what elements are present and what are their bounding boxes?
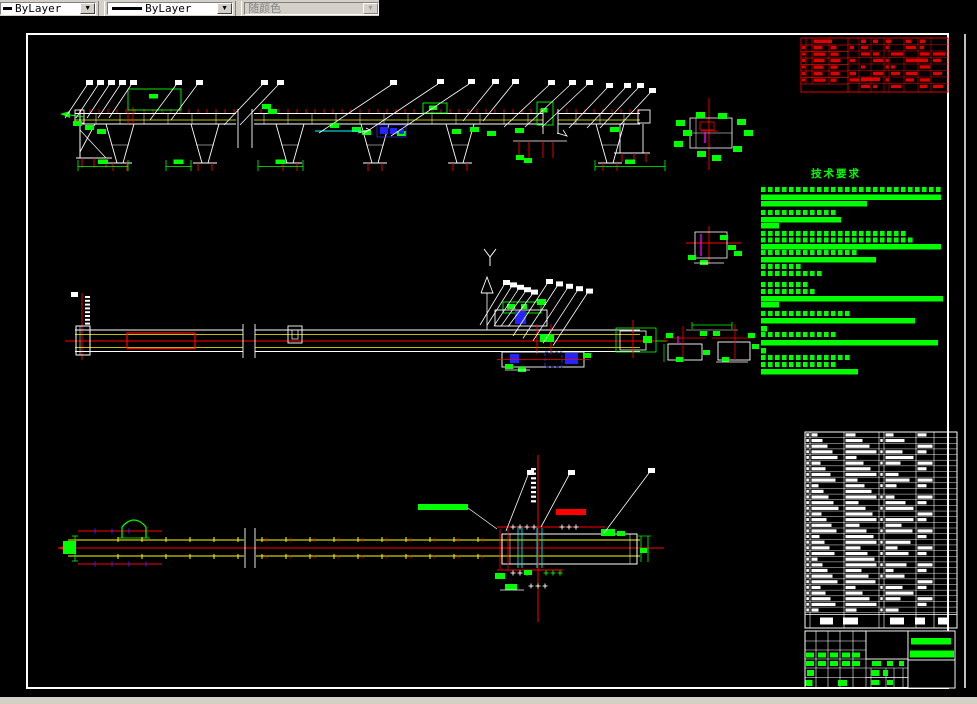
- linetype-line-icon: [112, 6, 143, 10]
- detail-view-upper: [674, 98, 753, 170]
- linetype-control[interactable]: ByLayer ▼: [107, 1, 234, 15]
- color-control[interactable]: ByLayer ▼: [0, 1, 97, 15]
- revision-table: [800, 37, 949, 93]
- bom-table: [804, 431, 958, 629]
- status-bar: [0, 697, 977, 704]
- plot-style-control: 随颜色 ▼: [244, 1, 379, 15]
- color-control-value: ByLayer: [15, 1, 62, 15]
- plot-style-control-value: 随颜色: [248, 1, 282, 15]
- title-block: [804, 630, 956, 689]
- chevron-down-icon[interactable]: ▼: [80, 2, 96, 14]
- detail-view-mid: [686, 226, 742, 265]
- detail-views-side: [663, 322, 759, 363]
- toolbar-separator: [98, 0, 106, 16]
- top-view: [60, 79, 666, 171]
- side-view: [65, 248, 668, 372]
- chevron-down-icon[interactable]: ▼: [217, 2, 233, 14]
- color-swatch-icon: [3, 6, 12, 10]
- tech-notes: 技术要求: [761, 167, 943, 375]
- linetype-control-value: ByLayer: [145, 1, 192, 15]
- toolbar-separator: [235, 0, 243, 16]
- chevron-down-icon: ▼: [362, 2, 378, 14]
- properties-toolbar: ByLayer ▼ ByLayer ▼ 随颜色 ▼: [0, 0, 379, 16]
- plan-view: [58, 455, 664, 622]
- tech-notes-title: 技术要求: [811, 167, 861, 180]
- cad-drawing: 技术要求: [26, 33, 966, 689]
